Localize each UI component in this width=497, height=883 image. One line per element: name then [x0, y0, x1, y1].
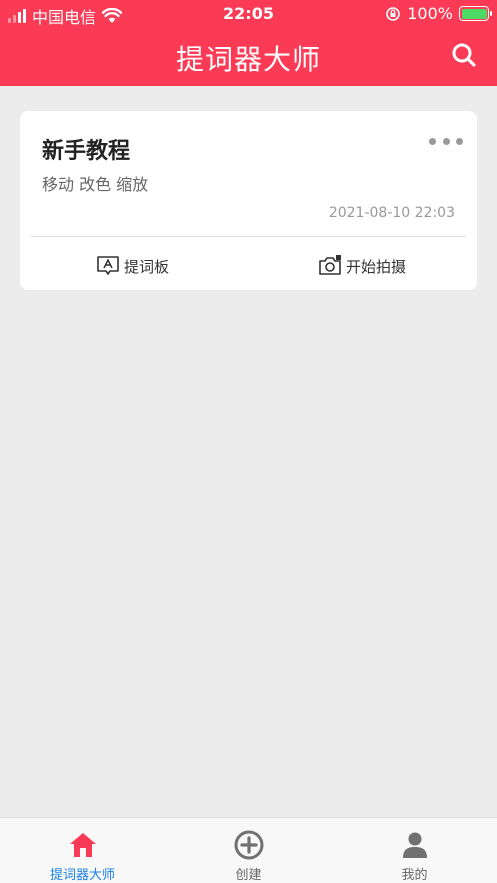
teleprompter-board-label: 提词板: [124, 257, 170, 276]
text-board-icon: [97, 256, 119, 275]
home-icon: [69, 833, 96, 857]
search-icon[interactable]: [451, 42, 477, 68]
battery-icon: [459, 6, 492, 21]
battery-percent: 100%: [407, 4, 453, 23]
orientation-lock-icon: [386, 6, 401, 21]
status-bar: 中国电信 22:05 100%: [0, 0, 497, 28]
tab-home[interactable]: 提词器大师: [0, 818, 165, 883]
tab-home-label: 提词器大师: [49, 868, 115, 883]
card-timestamp: 2021-08-10 22:03: [328, 205, 455, 221]
page-title: 提词器大师: [175, 43, 321, 76]
plus-circle-icon: [234, 830, 263, 860]
camera-icon: [319, 255, 341, 275]
bottom-tab-bar: 提词器大师 创建 我的: [0, 817, 497, 883]
script-card[interactable]: 新手教程 移动 改色 缩放 2021-08-10 22:03 提词板 开始拍摄: [20, 111, 477, 290]
teleprompter-board-button[interactable]: 提词板: [96, 255, 169, 277]
start-shooting-button[interactable]: 开始拍摄: [318, 255, 406, 277]
card-description: 移动 改色 缩放: [42, 175, 149, 194]
tab-create-label: 创建: [235, 868, 262, 883]
more-options-icon[interactable]: [429, 135, 463, 147]
tab-mine-label: 我的: [401, 868, 428, 883]
person-icon: [402, 832, 427, 858]
start-shooting-label: 开始拍摄: [346, 257, 407, 276]
card-divider: [31, 236, 466, 237]
tab-mine[interactable]: 我的: [332, 818, 497, 883]
status-right: 100%: [385, 4, 492, 23]
card-title: 新手教程: [42, 139, 131, 164]
tab-create[interactable]: 创建: [166, 818, 331, 883]
app-header: 中国电信 22:05 100% 提词器大师: [0, 0, 497, 86]
